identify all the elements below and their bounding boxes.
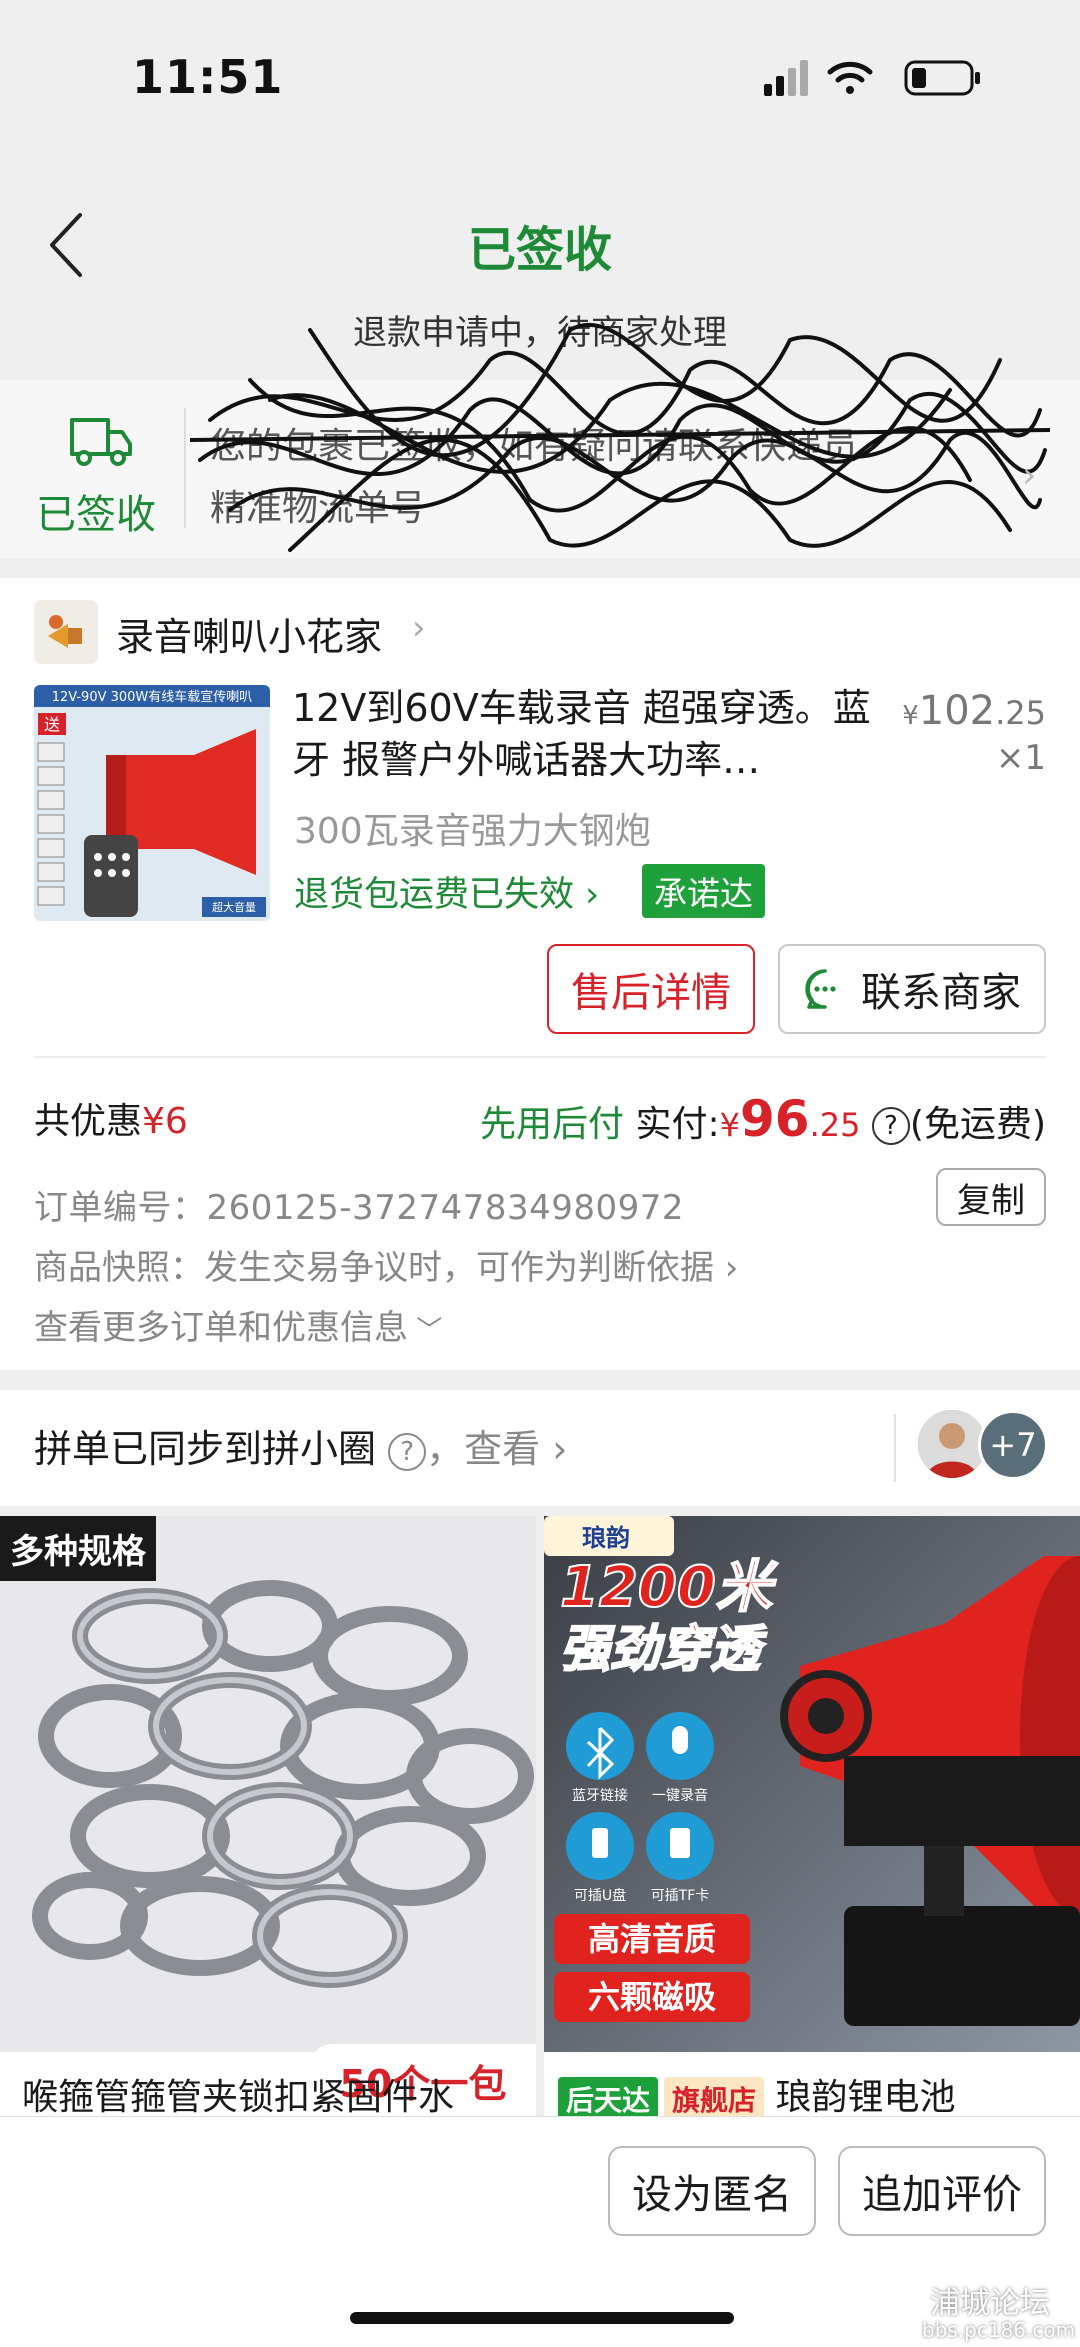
product-image-tag: 送	[44, 715, 60, 734]
shop-avatar[interactable]	[34, 600, 98, 664]
feature-3: 可插U盘	[574, 1887, 626, 1904]
multi-spec-tag: 多种规格	[0, 1516, 156, 1581]
order-divider	[34, 1056, 1046, 1058]
friend-count-badge[interactable]: +7	[978, 1410, 1048, 1480]
help-icon[interactable]: ?	[388, 1432, 427, 1471]
feature-4: 可插TF卡	[651, 1888, 710, 1904]
order-number: 订单编号：260125-372747834980972	[34, 1180, 684, 1229]
paid-label: 实付:	[635, 1104, 720, 1145]
group-sync-text: 拼单已同步到拼小圈 ? ，查看 ›	[34, 1418, 567, 1473]
home-indicator[interactable]	[350, 2312, 734, 2324]
order-number-label: 订单编号：	[34, 1188, 207, 1228]
status-time: 11:51	[132, 50, 284, 104]
price-integer: 102	[918, 688, 996, 734]
logistics-chevron-icon: ›	[1022, 455, 1037, 496]
anonymous-button[interactable]: 设为匿名	[608, 2146, 816, 2236]
snapshot-link[interactable]: 商品快照：发生交易争议时，可作为判断依据 ›	[34, 1240, 738, 1289]
feature-2: 一键录音	[652, 1787, 708, 1804]
order-number-value: 260125-372747834980972	[206, 1188, 685, 1228]
discount-summary: 共优惠¥6	[34, 1092, 188, 1144]
payment-summary: 先用后付 实付:¥96.25 ? (免运费)	[470, 1090, 1046, 1148]
logistics-status: 已签收	[36, 492, 156, 538]
flagship-tag: 旗舰店	[664, 2077, 765, 2116]
chevron-right-icon: ›	[714, 1248, 739, 1288]
discount-label: 共优惠	[34, 1101, 143, 1142]
return-shipping-link[interactable]: 退货包运费已失效 ›	[294, 866, 599, 917]
recommendation-image	[0, 1516, 536, 2052]
product-title[interactable]: 12V到60V车载录音 超强穿透。蓝牙 报警户外喊话器大功率…	[292, 682, 872, 786]
page-title: 已签收	[467, 222, 612, 278]
contact-merchant-label: 联系商家	[861, 970, 1021, 1016]
paid-integer: 96	[739, 1090, 810, 1148]
more-info-link[interactable]: 查看更多订单和优惠信息 ﹀	[34, 1300, 442, 1349]
badge-2: 六颗磁吸	[588, 1978, 716, 2016]
shipping-fee: (免运费)	[909, 1104, 1046, 1145]
help-icon[interactable]: ?	[871, 1107, 910, 1145]
chat-icon	[805, 969, 836, 1009]
price-symbol: ¥	[902, 701, 919, 731]
watermark-url: bbs.pc186.com	[922, 2318, 1076, 2342]
recommendation-title: 后天达 旗舰店 琅韵锂电池	[558, 2068, 956, 2116]
product-image[interactable]: 12V-90V 300W有线车载宣传喇叭 送 超大音量	[34, 685, 270, 921]
headline-2: 强劲穿透	[560, 1620, 767, 1678]
chevron-right-icon: ›	[540, 1427, 568, 1471]
aftersale-button[interactable]: 售后详情	[547, 944, 755, 1034]
add-review-button[interactable]: 追加评价	[838, 2146, 1046, 2236]
signal-icon	[764, 60, 808, 96]
more-info-label: 查看更多订单和优惠信息	[34, 1308, 408, 1348]
friend-avatar[interactable]	[918, 1410, 986, 1478]
shop-name[interactable]: 录音喇叭小花家	[116, 606, 382, 661]
product-quantity: ×1	[995, 738, 1046, 778]
logistics-divider	[184, 408, 186, 528]
snapshot-label: 商品快照：发生交易争议时，可作为判断依据	[34, 1248, 714, 1288]
contact-merchant-button[interactable]: 联系商家	[778, 944, 1046, 1034]
headline-1: 1200米	[560, 1555, 779, 1620]
chevron-right-icon: ›	[574, 875, 600, 915]
product-image-badge: 超大音量	[212, 900, 256, 914]
promise-badge: 承诺达	[642, 864, 765, 918]
recommendation-title-text: 琅韵锂电池	[775, 2077, 956, 2116]
recommendation-image: 琅韵 1200米 强劲穿透 蓝牙链接 一键录音 可插U盘 可插TF卡 高清音质 …	[544, 1516, 1080, 2052]
group-view-link[interactable]: ，查看	[426, 1427, 540, 1471]
recommendation-card[interactable]: 琅韵 1200米 强劲穿透 蓝牙链接 一键录音 可插U盘 可插TF卡 高清音质 …	[544, 1516, 1080, 2116]
feature-1: 蓝牙链接	[572, 1787, 628, 1804]
watermark: 浦城论坛	[930, 2286, 1050, 2321]
paid-symbol: ¥	[719, 1106, 740, 1144]
product-price: ¥102.25	[900, 688, 1046, 734]
recommendation-title: 喉箍管箍管夹锁扣紧固件水	[22, 2077, 455, 2116]
price-decimal: .25	[995, 694, 1046, 732]
badge-1: 高清音质	[588, 1920, 716, 1958]
wifi-icon	[827, 61, 873, 94]
group-sync-label: 拼单已同步到拼小圈	[34, 1427, 377, 1471]
product-spec: 300瓦录音强力大钢炮	[294, 811, 651, 852]
redaction-scribble	[190, 322, 1050, 552]
fast-delivery-tag: 后天达	[558, 2077, 659, 2116]
paid-decimal: .25	[809, 1106, 861, 1144]
brand-label: 琅韵	[582, 1524, 630, 1552]
copy-button[interactable]: 复制	[936, 1168, 1046, 1226]
shop-chevron-icon: ›	[412, 608, 426, 648]
chevron-down-icon: ﹀	[408, 1316, 443, 1346]
truck-icon	[70, 418, 132, 466]
return-shipping-label: 退货包运费已失效	[294, 875, 575, 915]
pay-later-label: 先用后付	[480, 1104, 625, 1145]
discount-value: ¥6	[142, 1101, 188, 1142]
product-image-banner: 12V-90V 300W有线车载宣传喇叭	[52, 689, 253, 705]
battery-icon	[904, 60, 980, 96]
group-divider	[894, 1414, 896, 1482]
recommendation-card[interactable]: 多种规格 50个一包 喉箍管箍管夹锁扣紧固件水	[0, 1516, 536, 2116]
status-icons	[764, 60, 980, 96]
